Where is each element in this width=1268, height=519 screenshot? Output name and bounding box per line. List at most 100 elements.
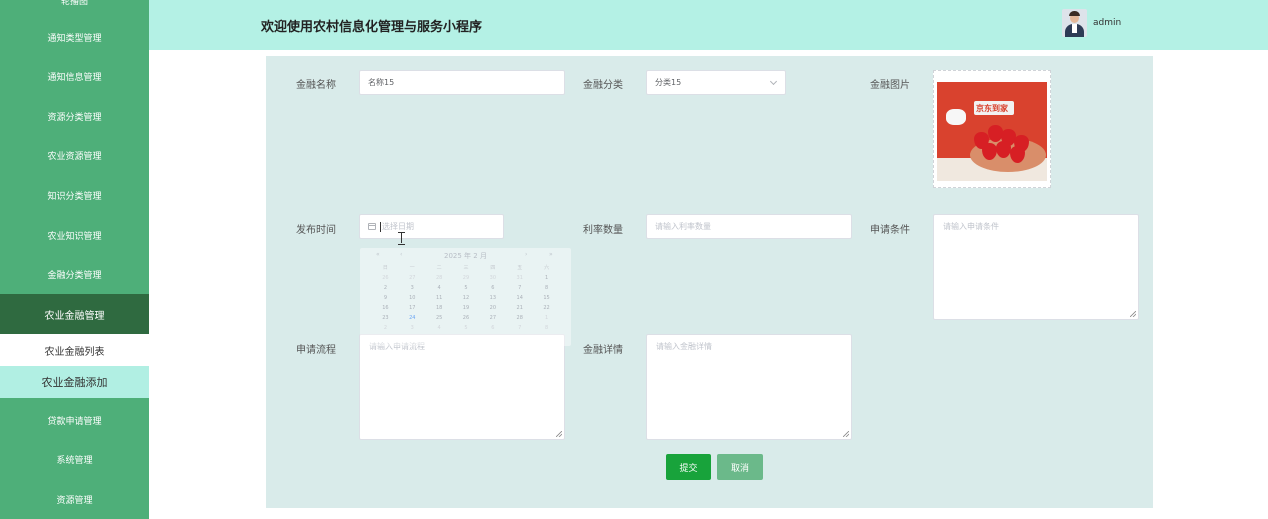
sidebar-item-agri-resources[interactable]: 农业资源管理 xyxy=(0,135,149,175)
category-select-value: 分类15 xyxy=(655,78,682,87)
calendar-day[interactable]: 30 xyxy=(479,274,506,283)
date-picker-grid: 日一二三四五六 26 27 28 29 30 31 1 2 3 4 5 6 7 8 9 10 11 12 13 14 15… xyxy=(372,264,560,333)
calendar-day[interactable]: 27 xyxy=(479,314,506,323)
next-month-button[interactable]: › xyxy=(525,251,527,258)
calendar-day[interactable]: 23 xyxy=(372,314,399,323)
date-picker-popup[interactable]: « ‹ 2025 年 2 月 › » 日一二三四五六 26 27 28 29 30 31 1 2… xyxy=(360,248,571,346)
sidebar: 轮播图 通知类型管理 通知信息管理 资源分类管理 农业资源管理 知识分类管理 农… xyxy=(0,0,149,519)
sidebar-item-system[interactable]: 系统管理 xyxy=(0,439,149,479)
calendar-day[interactable]: 6 xyxy=(479,324,506,333)
sidebar-item-notice-info[interactable]: 通知信息管理 xyxy=(0,56,149,96)
details-textarea[interactable]: 请输入金融详情 xyxy=(646,334,852,440)
image-upload[interactable]: 京东到家 xyxy=(933,70,1051,188)
calendar-day[interactable]: 2 xyxy=(372,324,399,333)
calendar-day[interactable]: 7 xyxy=(506,284,533,293)
calendar-day[interactable]: 14 xyxy=(506,294,533,303)
category-label: 金融分类 xyxy=(583,80,623,91)
chevron-down-icon xyxy=(769,77,778,86)
text-caret xyxy=(380,221,381,232)
name-input[interactable]: 名称15 xyxy=(359,70,565,95)
name-label: 金融名称 xyxy=(296,80,336,91)
sidebar-item-agri-finance[interactable]: 农业金融管理 xyxy=(0,294,149,334)
username[interactable]: admin xyxy=(1093,18,1121,28)
calendar-day[interactable]: 9 xyxy=(372,294,399,303)
conditions-textarea[interactable]: 请输入申请条件 xyxy=(933,214,1139,320)
weekday-header: 一 xyxy=(409,265,415,271)
calendar-day[interactable]: 4 xyxy=(426,284,453,293)
calendar-day[interactable]: 5 xyxy=(453,324,480,333)
sidebar-item-resources[interactable]: 资源管理 xyxy=(0,479,149,519)
calendar-day[interactable]: 8 xyxy=(533,284,560,293)
resize-handle-icon[interactable] xyxy=(1130,311,1136,317)
sidebar-item-notice-types[interactable]: 通知类型管理 xyxy=(0,17,149,57)
calendar-day[interactable]: 15 xyxy=(533,294,560,303)
calendar-day[interactable]: 28 xyxy=(426,274,453,283)
image-label: 金融图片 xyxy=(870,80,910,91)
calendar-day[interactable]: 24 xyxy=(399,314,426,323)
calendar-day[interactable]: 21 xyxy=(506,304,533,313)
calendar-day[interactable]: 1 xyxy=(533,314,560,323)
calendar-day[interactable]: 22 xyxy=(533,304,560,313)
calendar-icon xyxy=(368,223,376,230)
date-input[interactable]: 选择日期 xyxy=(359,214,504,239)
calendar-day[interactable]: 16 xyxy=(372,304,399,313)
calendar-day[interactable]: 31 xyxy=(506,274,533,283)
calendar-day[interactable]: 18 xyxy=(426,304,453,313)
sidebar-item-loan-applications[interactable]: 贷款申请管理 xyxy=(0,400,149,440)
resize-handle-icon[interactable] xyxy=(556,431,562,437)
submenu-finance-list[interactable]: 农业金融列表 xyxy=(0,334,149,366)
sidebar-item-agri-knowledge[interactable]: 农业知识管理 xyxy=(0,215,149,255)
process-label: 申请流程 xyxy=(296,345,336,356)
weekday-header: 五 xyxy=(517,265,523,271)
date-input-placeholder: 选择日期 xyxy=(382,222,414,231)
top-header: 欢迎使用农村信息化管理与服务小程序 admin xyxy=(149,0,1268,50)
calendar-day[interactable]: 20 xyxy=(479,304,506,313)
calendar-day[interactable]: 19 xyxy=(453,304,480,313)
conditions-placeholder: 请输入申请条件 xyxy=(943,222,999,231)
date-picker-header: « ‹ 2025 年 2 月 › » xyxy=(360,251,571,261)
calendar-day[interactable]: 28 xyxy=(506,314,533,323)
category-select[interactable]: 分类15 xyxy=(646,70,786,95)
calendar-day[interactable]: 3 xyxy=(399,324,426,333)
next-year-button[interactable]: » xyxy=(549,251,553,258)
calendar-day[interactable]: 8 xyxy=(533,324,560,333)
calendar-day[interactable]: 3 xyxy=(399,284,426,293)
calendar-day[interactable]: 1 xyxy=(533,274,560,283)
submit-button[interactable]: 提交 xyxy=(666,454,711,480)
calendar-day[interactable]: 12 xyxy=(453,294,480,303)
rate-input[interactable]: 请输入利率数量 xyxy=(646,214,852,239)
weekday-header: 三 xyxy=(463,265,469,271)
process-textarea[interactable]: 请输入申请流程 xyxy=(359,334,565,440)
resize-handle-icon[interactable] xyxy=(843,431,849,437)
submenu-finance-add[interactable]: 农业金融添加 xyxy=(0,366,149,398)
date-label: 发布时间 xyxy=(296,225,336,236)
cow-mascot-icon xyxy=(946,109,966,125)
calendar-day[interactable]: 2 xyxy=(372,284,399,293)
page-title: 欢迎使用农村信息化管理与服务小程序 xyxy=(261,20,483,35)
avatar[interactable] xyxy=(1062,9,1087,37)
calendar-day[interactable]: 13 xyxy=(479,294,506,303)
calendar-day[interactable]: 6 xyxy=(479,284,506,293)
calendar-day[interactable]: 29 xyxy=(453,274,480,283)
sidebar-item-finance-categories[interactable]: 金融分类管理 xyxy=(0,254,149,294)
calendar-day[interactable]: 17 xyxy=(399,304,426,313)
avatar-shirt-shape xyxy=(1072,24,1077,33)
weekday-header: 二 xyxy=(436,265,442,271)
calendar-day[interactable]: 7 xyxy=(506,324,533,333)
product-image-logo-text: 京东到家 xyxy=(976,104,1008,113)
calendar-day[interactable]: 5 xyxy=(453,284,480,293)
calendar-day[interactable]: 26 xyxy=(372,274,399,283)
calendar-day[interactable]: 26 xyxy=(453,314,480,323)
calendar-day[interactable]: 11 xyxy=(426,294,453,303)
calendar-day[interactable]: 4 xyxy=(426,324,453,333)
sidebar-item-resource-categories[interactable]: 资源分类管理 xyxy=(0,96,149,136)
calendar-day[interactable]: 10 xyxy=(399,294,426,303)
details-label: 金融详情 xyxy=(583,345,623,356)
weekday-header: 四 xyxy=(490,265,496,271)
calendar-day[interactable]: 27 xyxy=(399,274,426,283)
cancel-button[interactable]: 取消 xyxy=(717,454,763,480)
rate-label: 利率数量 xyxy=(583,225,623,236)
calendar-day[interactable]: 25 xyxy=(426,314,453,323)
text-cursor-icon xyxy=(398,232,405,245)
sidebar-item-knowledge-categories[interactable]: 知识分类管理 xyxy=(0,175,149,215)
